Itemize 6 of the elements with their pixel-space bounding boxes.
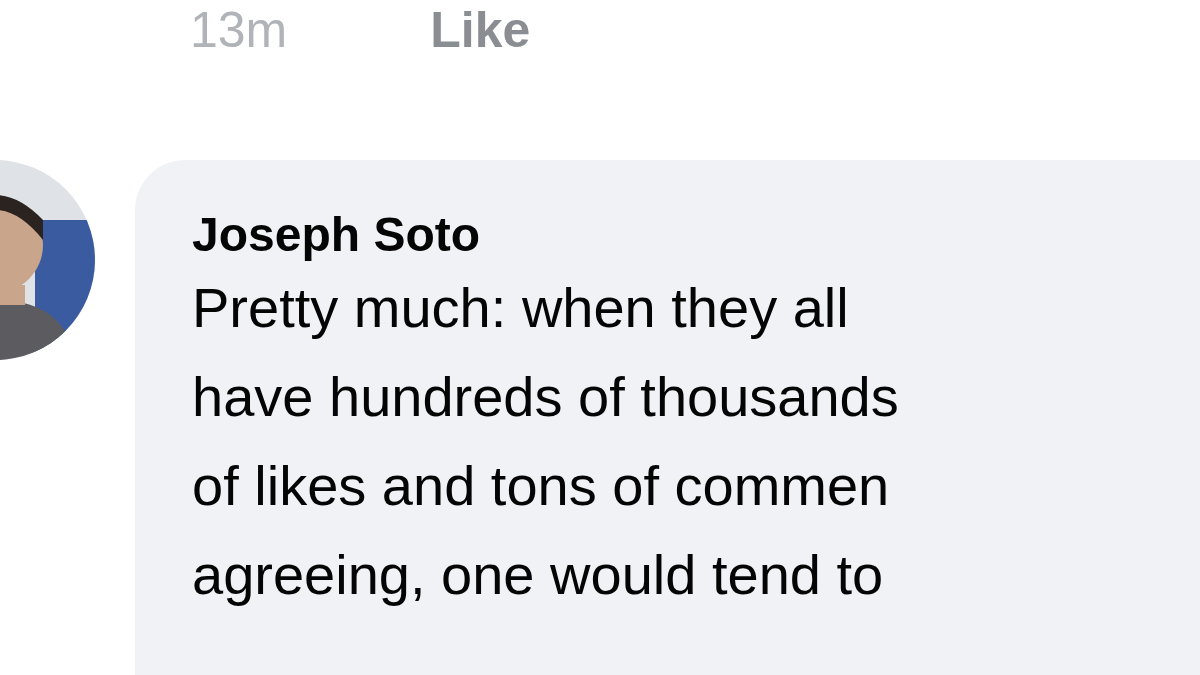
- comment-time: 13m: [190, 1, 288, 60]
- comment-text-line: Pretty much: when they all: [192, 275, 849, 341]
- author-name[interactable]: Joseph Soto: [192, 205, 481, 265]
- comment-text-line: have hundreds of thousands: [192, 364, 899, 430]
- comment-text-line: of likes and tons of commen: [192, 453, 890, 519]
- comment-text-line: agreeing, one would tend to: [192, 542, 884, 608]
